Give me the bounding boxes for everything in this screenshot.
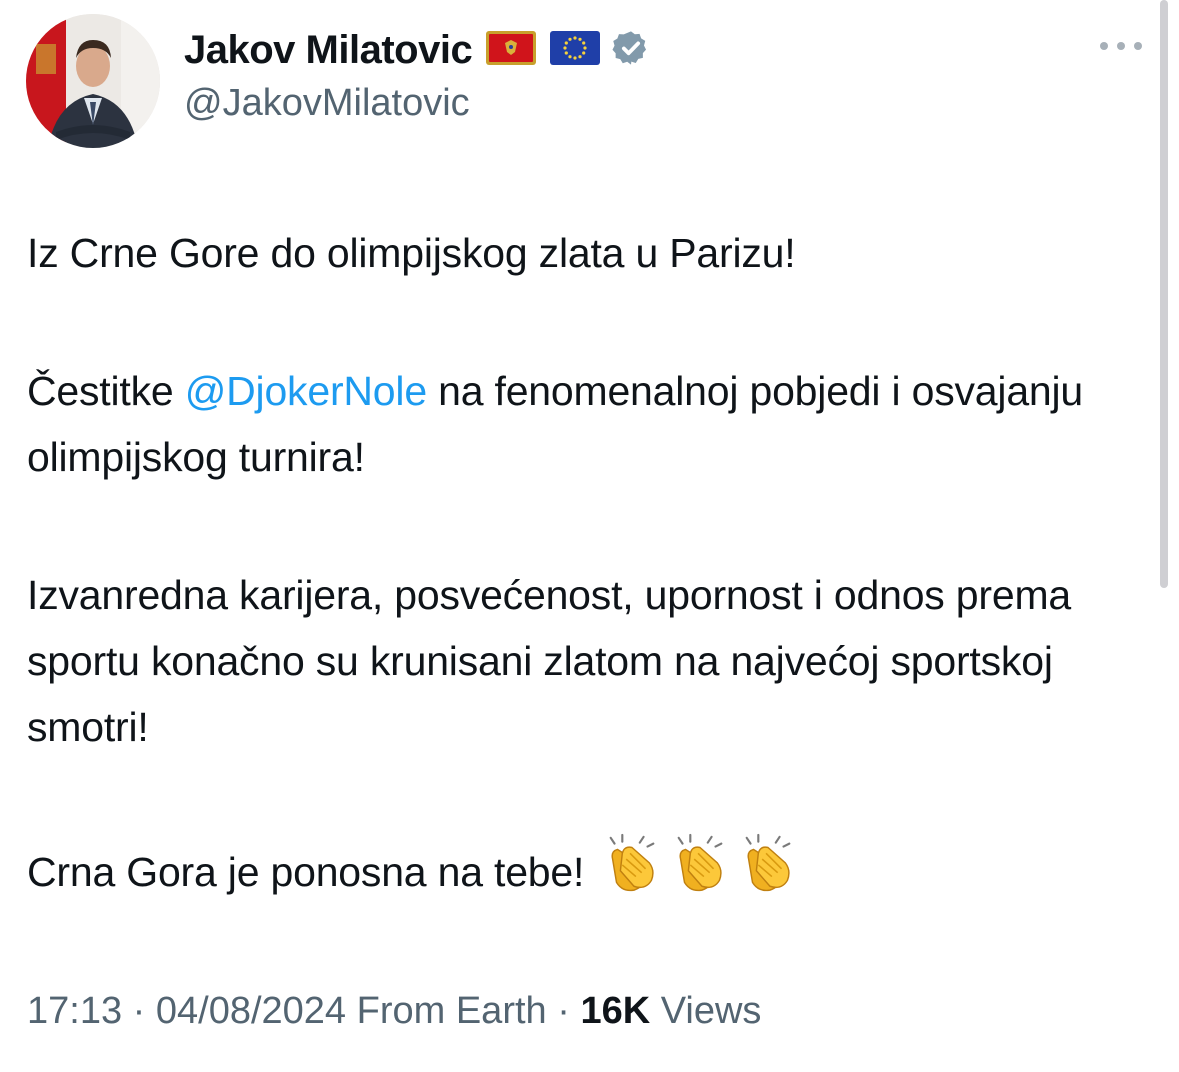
meta-separator: ·: [546, 990, 581, 1032]
eu-flag-icon: [550, 30, 601, 70]
tweet-time[interactable]: 17:13: [27, 990, 122, 1032]
display-name[interactable]: Jakov Milatovic: [184, 28, 473, 73]
tweet-line: Iz Crne Gore do olimpijskog zlata u Pari…: [27, 230, 796, 276]
scrollbar[interactable]: [1160, 0, 1168, 588]
author-handle[interactable]: @JakovMilatovic: [184, 82, 650, 125]
tweet-header: Jakov Milatovic @JakovMilatovic: [26, 14, 1146, 154]
mention-link[interactable]: @DjokerNole: [185, 368, 427, 414]
meta-separator: ·: [122, 990, 156, 1032]
tweet-location: From Earth: [356, 990, 547, 1032]
tweet-date[interactable]: 04/08/2024: [156, 990, 346, 1032]
clapping-hands-icon: [737, 832, 799, 913]
tweet-paragraph: Izvanredna karijera, posvećenost, uporno…: [27, 562, 1157, 760]
montenegro-flag-icon: [486, 30, 537, 70]
clapping-hands-icon: [601, 832, 663, 913]
avatar-photo: [26, 14, 160, 148]
more-horizontal-icon[interactable]: [1096, 34, 1146, 58]
views-label: Views: [660, 990, 762, 1032]
tweet-text-segment: Crna Gora je ponosna na tebe!: [27, 849, 585, 895]
tweet-text-segment: Čestitke: [27, 368, 185, 414]
avatar[interactable]: [26, 14, 160, 148]
tweet-meta: 17:13 · 04/08/2024 From Earth · 16K View…: [27, 990, 761, 1033]
tweet-text-segment: Izvanredna karijera, posvećenost, uporno…: [27, 572, 1072, 750]
tweet-paragraph: Čestitke @DjokerNole na fenomenalnoj pob…: [27, 358, 1157, 490]
tweet-paragraph: Crna Gora je ponosna na tebe!: [27, 832, 1157, 913]
author-names: Jakov Milatovic @JakovMilatovic: [184, 26, 650, 125]
clapping-hands-icon: [669, 832, 731, 913]
verified-badge-icon[interactable]: [612, 29, 650, 72]
tweet-paragraph: Iz Crne Gore do olimpijskog zlata u Pari…: [27, 220, 1157, 286]
name-row: Jakov Milatovic: [184, 26, 650, 74]
views-count[interactable]: 16K: [580, 990, 650, 1032]
tweet-text: Iz Crne Gore do olimpijskog zlata u Pari…: [27, 220, 1157, 913]
